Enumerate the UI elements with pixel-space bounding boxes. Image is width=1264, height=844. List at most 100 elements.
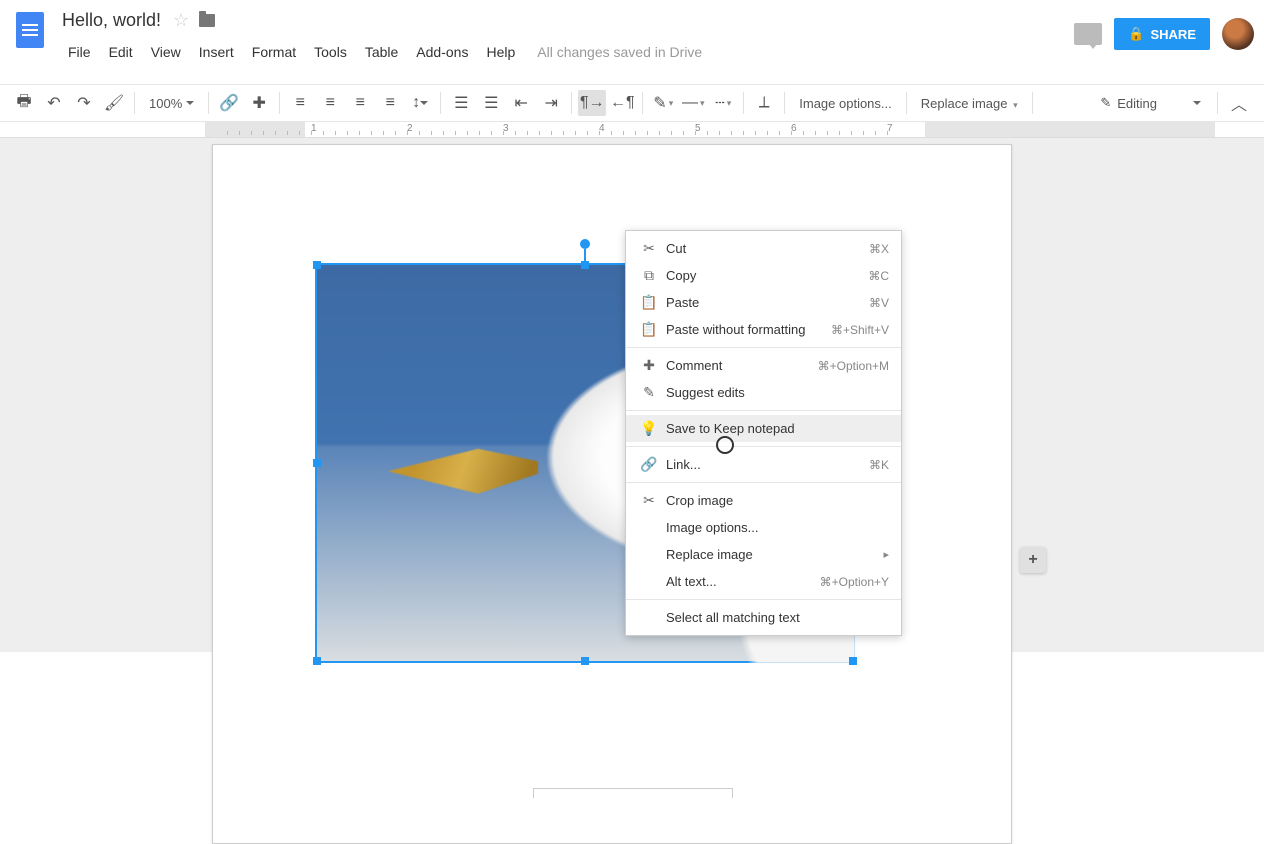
comments-button[interactable] xyxy=(1074,23,1102,45)
paste-icon: 📋 xyxy=(638,294,660,311)
editing-mode-button[interactable]: ✎ Editing xyxy=(1090,95,1211,111)
share-label: SHARE xyxy=(1150,27,1196,42)
add-comment-popup[interactable]: + xyxy=(1020,547,1046,573)
context-menu-save-to-keep-notepad[interactable]: 💡Save to Keep notepad xyxy=(626,415,901,442)
numbered-list-button[interactable]: ☰ xyxy=(447,90,475,116)
border-dash-button[interactable]: ┄▾ xyxy=(709,90,737,116)
context-menu-label: Copy xyxy=(660,268,868,283)
context-menu-paste[interactable]: 📋Paste⌘V xyxy=(626,289,901,316)
context-menu-label: Alt text... xyxy=(660,574,820,589)
folder-icon[interactable] xyxy=(199,14,215,27)
menu-file[interactable]: File xyxy=(60,40,99,64)
star-icon[interactable]: ☆ xyxy=(173,10,189,31)
context-menu-shortcut: ⌘+Option+Y xyxy=(820,575,889,589)
border-weight-button[interactable]: —▾ xyxy=(679,90,707,116)
resize-handle-ml[interactable] xyxy=(313,459,321,467)
rotate-handle[interactable] xyxy=(580,239,590,249)
resize-handle-bc[interactable] xyxy=(581,657,589,665)
context-menu-image-options[interactable]: Image options... xyxy=(626,514,901,541)
menu-view[interactable]: View xyxy=(143,40,189,64)
context-menu-cut[interactable]: ✂Cut⌘X xyxy=(626,235,901,262)
lock-icon: 🔒 xyxy=(1128,26,1144,42)
menu-table[interactable]: Table xyxy=(357,40,406,64)
resize-handle-bl[interactable] xyxy=(313,657,321,665)
context-menu-separator xyxy=(626,599,901,600)
zoom-control[interactable]: 100% xyxy=(141,96,202,111)
context-menu-label: Replace image xyxy=(660,547,883,562)
context-menu-shortcut: ⌘K xyxy=(869,458,889,472)
context-menu-label: Link... xyxy=(660,457,869,472)
context-menu-label: Paste without formatting xyxy=(660,322,831,337)
suggest-icon: ✎ xyxy=(638,384,660,401)
text-ltr-button[interactable]: ¶→ xyxy=(578,90,606,116)
line-spacing-button[interactable]: ↕ xyxy=(406,90,434,116)
context-menu-separator xyxy=(626,446,901,447)
context-menu-label: Crop image xyxy=(660,493,889,508)
menu-add-ons[interactable]: Add-ons xyxy=(408,40,476,64)
print-button[interactable]: 🖶 xyxy=(10,90,38,116)
context-menu-label: Cut xyxy=(660,241,869,256)
save-status: All changes saved in Drive xyxy=(537,44,702,60)
resize-handle-tl[interactable] xyxy=(313,261,321,269)
context-menu-crop-image[interactable]: ✂Crop image xyxy=(626,487,901,514)
context-menu-label: Comment xyxy=(660,358,818,373)
context-menu-link[interactable]: 🔗Link...⌘K xyxy=(626,451,901,478)
doc-title[interactable]: Hello, world! xyxy=(60,8,163,33)
insert-link-button[interactable]: 🔗 xyxy=(215,90,243,116)
menu-format[interactable]: Format xyxy=(244,40,304,64)
bulleted-list-button[interactable]: ☰ xyxy=(477,90,505,116)
paint-format-button[interactable]: 🖌 xyxy=(100,90,128,116)
align-right-button[interactable]: ≡ xyxy=(346,90,374,116)
align-center-button[interactable]: ≡ xyxy=(316,90,344,116)
menu-help[interactable]: Help xyxy=(478,40,523,64)
context-menu-alt-text[interactable]: Alt text...⌘+Option+Y xyxy=(626,568,901,595)
context-menu-comment[interactable]: ✚Comment⌘+Option+M xyxy=(626,352,901,379)
resize-handle-br[interactable] xyxy=(849,657,857,665)
resize-handle-tc[interactable] xyxy=(581,261,589,269)
collapse-toolbar-button[interactable]: ︿ xyxy=(1224,90,1254,116)
context-menu-label: Image options... xyxy=(660,520,889,535)
context-menu-shortcut: ⌘+Shift+V xyxy=(831,323,889,337)
align-left-button[interactable]: ≡ xyxy=(286,90,314,116)
undo-button[interactable]: ↶ xyxy=(40,90,68,116)
context-menu-replace-image[interactable]: Replace image▸ xyxy=(626,541,901,568)
context-menu-shortcut: ⌘V xyxy=(869,296,889,310)
plus-icon: + xyxy=(1028,551,1037,569)
increase-indent-button[interactable]: ⇥ xyxy=(537,90,565,116)
context-menu-suggest-edits[interactable]: ✎Suggest edits xyxy=(626,379,901,406)
link-icon: 🔗 xyxy=(638,456,660,473)
replace-image-button[interactable]: Replace image ▾ xyxy=(913,96,1026,111)
context-menu-shortcut: ⌘C xyxy=(868,269,889,283)
redo-button[interactable]: ↷ xyxy=(70,90,98,116)
decrease-indent-button[interactable]: ⇤ xyxy=(507,90,535,116)
context-menu-shortcut: ⌘+Option+M xyxy=(818,359,889,373)
context-menu-label: Paste xyxy=(660,295,869,310)
context-menu-separator xyxy=(626,410,901,411)
add-comment-button[interactable]: ✚ xyxy=(245,90,273,116)
border-color-button[interactable]: ✎▾ xyxy=(649,90,677,116)
context-menu: ✂Cut⌘X⧉Copy⌘C📋Paste⌘V📋Paste without form… xyxy=(625,230,902,636)
crop-button[interactable]: ⟂ xyxy=(750,90,778,116)
docs-logo[interactable] xyxy=(10,6,50,56)
share-button[interactable]: 🔒 SHARE xyxy=(1114,18,1210,50)
menu-edit[interactable]: Edit xyxy=(101,40,141,64)
context-menu-separator xyxy=(626,482,901,483)
context-menu-copy[interactable]: ⧉Copy⌘C xyxy=(626,262,901,289)
context-menu-paste-without-formatting[interactable]: 📋Paste without formatting⌘+Shift+V xyxy=(626,316,901,343)
text-rtl-button[interactable]: ←¶ xyxy=(608,90,636,116)
context-menu-shortcut: ⌘X xyxy=(869,242,889,256)
comment-icon: ✚ xyxy=(638,357,660,374)
paste-plain-icon: 📋 xyxy=(638,321,660,338)
align-justify-button[interactable]: ≡ xyxy=(376,90,404,116)
image-options-button[interactable]: Image options... xyxy=(791,96,900,111)
keep-icon: 💡 xyxy=(638,420,660,437)
image-alignment-strip[interactable] xyxy=(533,788,733,798)
menu-tools[interactable]: Tools xyxy=(306,40,355,64)
avatar[interactable] xyxy=(1222,18,1254,50)
context-menu-select-all-matching-text[interactable]: Select all matching text xyxy=(626,604,901,631)
context-menu-separator xyxy=(626,347,901,348)
horizontal-ruler[interactable]: 1234567 xyxy=(0,122,1264,138)
copy-icon: ⧉ xyxy=(638,267,660,284)
crop-icon: ✂ xyxy=(638,492,660,509)
menu-insert[interactable]: Insert xyxy=(191,40,242,64)
